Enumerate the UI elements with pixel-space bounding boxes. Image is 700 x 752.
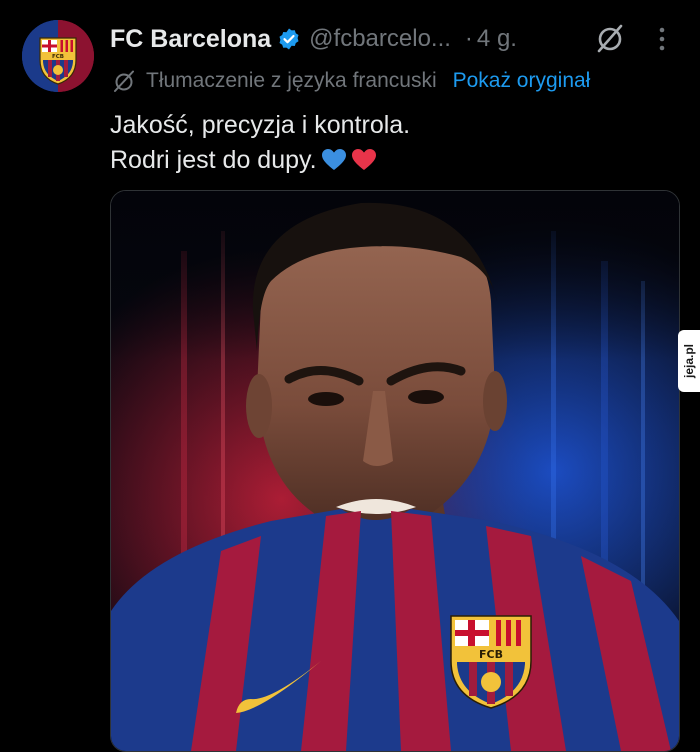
fcb-crest-icon: FCB — [22, 20, 94, 92]
tweet-media-image[interactable]: FCB — [110, 190, 680, 752]
jeja-watermark: jeja.pl — [678, 330, 700, 392]
tweet-text-line-2-text: Rodri jest do dupy. — [110, 146, 317, 174]
author-name[interactable]: FC Barcelona — [110, 25, 271, 54]
grok-icon[interactable] — [594, 22, 626, 54]
show-original-link[interactable]: Pokaż oryginał — [453, 69, 591, 93]
red-heart-emoji — [351, 149, 376, 170]
crest-letters: FCB — [52, 54, 64, 60]
more-vertical-icon[interactable] — [650, 25, 674, 53]
verified-badge-icon[interactable] — [277, 27, 301, 51]
jersey-crest-letters: FCB — [479, 648, 503, 661]
tweet-text: Jakość, precyzja i kontrola. Rodri jest … — [110, 108, 410, 178]
separator-dot: · — [464, 25, 473, 52]
tweet-time[interactable]: 4 g. — [477, 25, 517, 53]
author-handle[interactable]: @fcbarcelo... — [309, 25, 451, 53]
avatar[interactable]: FCB — [22, 20, 94, 92]
translation-row: Tłumaczenie z języka francuski Pokaż ory… — [112, 66, 590, 96]
player-photo-illustration: FCB — [111, 191, 679, 751]
watermark-text: jeja.pl — [682, 343, 696, 379]
tweet-header: FC Barcelona @fcbarcelo... · 4 g. — [110, 22, 517, 56]
blue-heart-emoji — [321, 149, 346, 170]
tweet-text-line-2: Rodri jest do dupy. — [110, 143, 410, 178]
translate-icon — [114, 70, 134, 92]
translation-label: Tłumaczenie z języka francuski — [146, 69, 437, 92]
tweet-text-line-1: Jakość, precyzja i kontrola. — [110, 111, 411, 139]
